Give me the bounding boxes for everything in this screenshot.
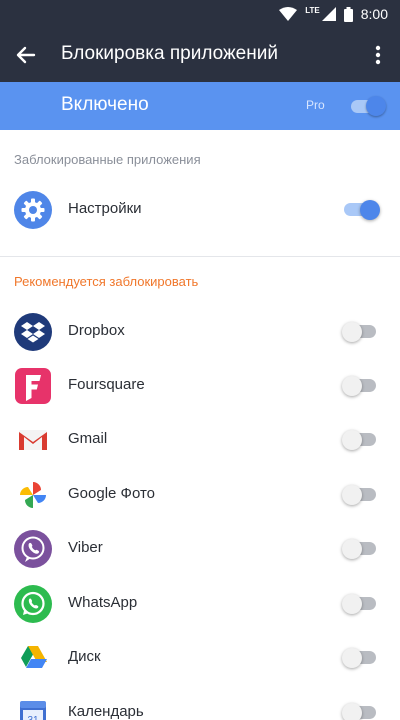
- whatsapp-icon: [14, 585, 52, 623]
- app-bar: Блокировка приложений: [0, 28, 400, 82]
- dropbox-icon: [14, 313, 52, 351]
- status-icons: LTE 8:00: [279, 4, 388, 24]
- google-photos-icon: [20, 482, 46, 508]
- recommended-apps-header: Рекомендуется заблокировать: [14, 274, 199, 289]
- lock-switch-whatsapp[interactable]: [342, 594, 378, 614]
- back-arrow-icon[interactable]: [12, 41, 40, 69]
- app-row-google-photos[interactable]: Google Фото: [0, 468, 400, 522]
- app-row-foursquare[interactable]: Foursquare: [0, 359, 400, 413]
- svg-text:31: 31: [27, 715, 39, 720]
- switch-thumb: [342, 648, 362, 668]
- app-name: Foursquare: [68, 376, 145, 393]
- google-drive-icon: [21, 646, 47, 668]
- app-row-whatsapp[interactable]: WhatsApp: [0, 577, 400, 631]
- app-name: Календарь: [68, 703, 144, 720]
- page-title: Блокировка приложений: [61, 43, 278, 64]
- lock-switch-gmail[interactable]: [342, 430, 378, 450]
- app-row-gmail[interactable]: Gmail: [0, 413, 400, 467]
- switch-thumb: [342, 485, 362, 505]
- calendar-icon: 31: [20, 701, 46, 720]
- section-divider: [0, 256, 400, 257]
- master-toggle-label: Включено: [61, 94, 149, 115]
- app-name: Viber: [68, 539, 103, 556]
- locked-apps-header: Заблокированные приложения: [14, 152, 201, 167]
- lock-switch-google-drive[interactable]: [342, 648, 378, 668]
- app-name: Google Фото: [68, 485, 155, 502]
- master-switch-thumb[interactable]: [366, 96, 386, 116]
- lock-switch-google-photos[interactable]: [342, 485, 378, 505]
- app-name: Диск: [68, 648, 101, 665]
- app-name: Dropbox: [68, 322, 125, 339]
- wifi-icon: [279, 7, 298, 21]
- app-row-viber[interactable]: Viber: [0, 522, 400, 576]
- app-row-settings[interactable]: Настройки: [0, 183, 400, 237]
- foursquare-icon: [15, 368, 51, 404]
- battery-icon: [343, 6, 353, 22]
- lock-switch-foursquare[interactable]: [342, 376, 378, 396]
- switch-thumb: [360, 200, 380, 220]
- switch-thumb: [342, 539, 362, 559]
- switch-thumb: [342, 430, 362, 450]
- app-row-calendar[interactable]: 31 Календарь: [0, 686, 400, 720]
- lock-switch-settings[interactable]: [342, 200, 380, 220]
- viber-icon: [14, 530, 52, 568]
- lock-switch-calendar[interactable]: [342, 703, 378, 720]
- switch-thumb: [342, 376, 362, 396]
- switch-thumb: [342, 322, 362, 342]
- app-row-dropbox[interactable]: Dropbox: [0, 305, 400, 359]
- gmail-icon: [19, 430, 47, 450]
- pro-badge: Pro: [306, 98, 325, 112]
- settings-gear-icon: [14, 191, 52, 229]
- app-name: WhatsApp: [68, 594, 138, 611]
- lock-switch-viber[interactable]: [342, 539, 378, 559]
- app-row-google-drive[interactable]: Диск: [0, 631, 400, 685]
- more-options-icon[interactable]: [370, 41, 386, 69]
- network-type: LTE: [305, 5, 320, 15]
- app-name: Gmail: [68, 430, 108, 447]
- app-name: Настройки: [68, 200, 142, 217]
- status-time: 8:00: [360, 6, 388, 22]
- switch-thumb: [342, 703, 362, 720]
- switch-thumb: [342, 594, 362, 614]
- status-bar: LTE 8:00: [0, 0, 400, 28]
- master-toggle-bar[interactable]: Включено Pro: [0, 82, 400, 130]
- signal-icon: [321, 7, 336, 21]
- lock-switch-dropbox[interactable]: [342, 322, 378, 342]
